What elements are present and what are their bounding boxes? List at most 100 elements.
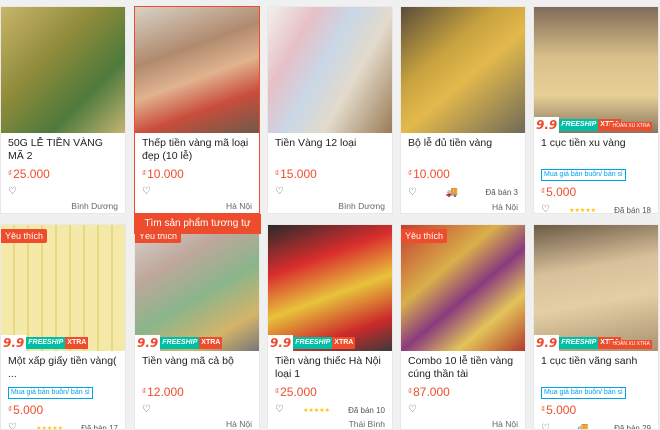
currency-symbol: ₫	[408, 387, 413, 396]
currency-symbol: ₫	[8, 169, 13, 178]
product-image[interactable]: 9.9FREESHIPXTRAHOÀN XU XTRA	[534, 225, 658, 351]
price-value: 87.000	[413, 385, 450, 399]
product-image[interactable]	[1, 7, 125, 133]
product-card[interactable]: Yêu thích Combo 10 lễ tiền vàng cúng thần…	[400, 224, 526, 430]
xtra-badge: XTRA	[65, 337, 89, 349]
wholesale-tag: Mua giá bán buôn/ bán sỉ	[541, 169, 626, 181]
meta-row: ♡ ★★★★★ Đã bán 18	[541, 205, 651, 214]
product-price: ₫15.000	[275, 167, 385, 181]
meta-row: ♡	[142, 187, 252, 197]
meta-row: ♡	[408, 405, 518, 415]
product-photo	[1, 225, 125, 351]
price-value: 25.000	[280, 385, 317, 399]
product-image[interactable]	[135, 7, 259, 133]
price-value: 25.000	[13, 167, 50, 181]
currency-symbol: ₫	[142, 169, 147, 178]
heart-icon[interactable]: ♡	[8, 423, 18, 430]
shop-location: Hà Nội	[226, 419, 252, 429]
price-value: 10.000	[147, 167, 184, 181]
product-info: 1 cục tiền xu vàng Mua giá bán buôn/ bán …	[534, 133, 658, 214]
heart-icon[interactable]: ♡	[8, 187, 18, 197]
sold-count: Đã bán 10	[348, 405, 385, 415]
product-info: Tiền vàng thiếc Hà Nội loại 1 ₫25.000 ♡ ★★★…	[268, 351, 392, 429]
heart-icon[interactable]: ♡	[142, 187, 152, 197]
meta-row: ♡ 🚚 Đã bán 3	[408, 187, 518, 198]
promo-badges: 9.9FREESHIPXTRA	[135, 335, 259, 351]
product-photo	[1, 7, 125, 133]
product-title[interactable]: Tiền vàng thiếc Hà Nội loại 1	[275, 355, 385, 381]
meta-row: ♡ ★★★★★ Đã bán 10	[275, 405, 385, 415]
rating-stars-icon: ★★★★★	[569, 207, 596, 214]
product-image[interactable]: 9.9 FREESHIP XTRA	[268, 225, 392, 351]
sold-count: Đã bán 17	[81, 423, 118, 430]
price-value: 12.000	[147, 385, 184, 399]
product-info: Thếp tiền vàng mã loại đẹp (10 lễ) ₫10.00…	[135, 133, 259, 213]
product-card[interactable]: 9.9 FREESHIP XTRA Tiền vàng thiếc Hà Nội lo…	[267, 224, 393, 430]
meta-row: ♡	[142, 405, 252, 415]
product-photo	[401, 225, 525, 351]
heart-icon[interactable]: ♡	[408, 187, 418, 198]
product-title[interactable]: Tiền Vàng 12 loại	[275, 137, 385, 163]
product-info: Tiền Vàng 12 loại ₫15.000 ♡ Bình Dương	[268, 133, 392, 213]
product-photo	[268, 225, 392, 351]
product-card[interactable]: Yêu thích 9.9 FREESHIP XTRA Tiền vàng mã cả …	[134, 224, 260, 430]
sale-99-badge: 9.9	[1, 335, 27, 351]
currency-symbol: ₫	[541, 187, 546, 196]
favorite-badge: Yêu thích	[401, 229, 448, 243]
sale-99-badge: 9.9	[135, 335, 161, 351]
heart-icon[interactable]: ♡	[275, 405, 285, 415]
product-price: ₫10.000	[408, 167, 518, 181]
price-value: 5.000	[546, 403, 577, 417]
product-image[interactable]	[401, 7, 525, 133]
product-price: ₫12.000	[142, 385, 252, 399]
product-title[interactable]: Thếp tiền vàng mã loại đẹp (10 lễ)	[142, 137, 252, 163]
product-price: ₫5.000	[8, 403, 118, 417]
rating-stars-icon: ★★★★★	[303, 407, 330, 414]
heart-icon[interactable]: ♡	[541, 205, 551, 214]
product-price: ₫87.000	[408, 385, 518, 399]
product-image[interactable]: 9.9FREESHIPXTRAHOÀN XU XTRA	[534, 7, 658, 133]
sale-99-badge: 9.9	[534, 117, 560, 133]
product-title[interactable]: 1 cục tiền xu vàng	[541, 137, 651, 163]
product-title[interactable]: Một xấp giấy tiền vàng( ...	[8, 355, 118, 381]
product-image[interactable]: Yêu thích 9.9 FREESHIP XTRA	[135, 225, 259, 351]
product-image[interactable]: Yêu thích 9.9 FREESHIP XTRA	[1, 225, 125, 351]
currency-symbol: ₫	[408, 169, 413, 178]
product-card[interactable]: Tiền Vàng 12 loại ₫15.000 ♡ Bình Dương	[267, 6, 393, 214]
product-title[interactable]: 1 cục tiền vãng sanh	[541, 355, 651, 381]
currency-symbol: ₫	[541, 405, 546, 414]
product-title[interactable]: Bộ lễ đủ tiền vàng	[408, 137, 518, 163]
product-card[interactable]: 9.9FREESHIPXTRAHOÀN XU XTRA1 cục tiền xu…	[533, 6, 659, 214]
product-title[interactable]: Tiền vàng mã cả bộ	[142, 355, 252, 381]
heart-icon[interactable]: ♡	[275, 187, 285, 197]
wholesale-tag: Mua giá bán buôn/ bán sỉ	[541, 387, 626, 399]
promo-badges: 9.9FREESHIPXTRA	[1, 335, 125, 351]
product-card[interactable]: 50G LỄ TIỀN VÀNG MÃ 2 ₫25.000 ♡ Bình Dương	[0, 6, 126, 214]
sale-99-badge: 9.9	[268, 335, 294, 351]
heart-icon[interactable]: ♡	[541, 423, 551, 429]
product-image[interactable]	[268, 7, 392, 133]
product-title[interactable]: 50G LỄ TIỀN VÀNG MÃ 2	[8, 137, 118, 163]
freeship-badge: FREESHIP	[26, 337, 66, 349]
product-image[interactable]: Yêu thích	[401, 225, 525, 351]
product-card[interactable]: Thếp tiền vàng mã loại đẹp (10 lễ) ₫10.00…	[134, 6, 260, 214]
product-price: ₫5.000	[541, 185, 651, 199]
product-card[interactable]: Yêu thích 9.9 FREESHIP XTRA Một xấp giấy tiề…	[0, 224, 126, 430]
product-info: Tiền vàng mã cả bộ ₫12.000 ♡ Hà Nội	[135, 351, 259, 429]
product-card[interactable]: 9.9FREESHIPXTRAHOÀN XU XTRA 1 cục tiền vã…	[533, 224, 659, 430]
product-info: Một xấp giấy tiền vàng( ... Mua giá bán b…	[1, 351, 125, 430]
rating-stars-icon: ★★★★★	[36, 425, 63, 430]
heart-icon[interactable]: ♡	[408, 405, 418, 415]
product-price: ₫25.000	[275, 385, 385, 399]
shop-location: Bình Dương	[71, 201, 118, 211]
product-title[interactable]: Combo 10 lễ tiền vàng cúng thần tài	[408, 355, 518, 381]
currency-symbol: ₫	[142, 387, 147, 396]
sold-count: Đã bán 3	[485, 188, 518, 197]
find-similar-button[interactable]: Tìm sản phẩm tương tự	[134, 214, 261, 234]
promo-badges: 9.9FREESHIPXTRA	[268, 335, 392, 351]
meta-row: ♡ 🚚 Đã bán 29	[541, 423, 651, 429]
heart-icon[interactable]: ♡	[142, 405, 152, 415]
product-price: ₫5.000	[541, 403, 651, 417]
product-card[interactable]: Bộ lễ đủ tiền vàng ₫10.000 ♡ 🚚 Đã bán 3 Hà Nộ…	[400, 6, 526, 214]
price-value: 5.000	[546, 185, 577, 199]
